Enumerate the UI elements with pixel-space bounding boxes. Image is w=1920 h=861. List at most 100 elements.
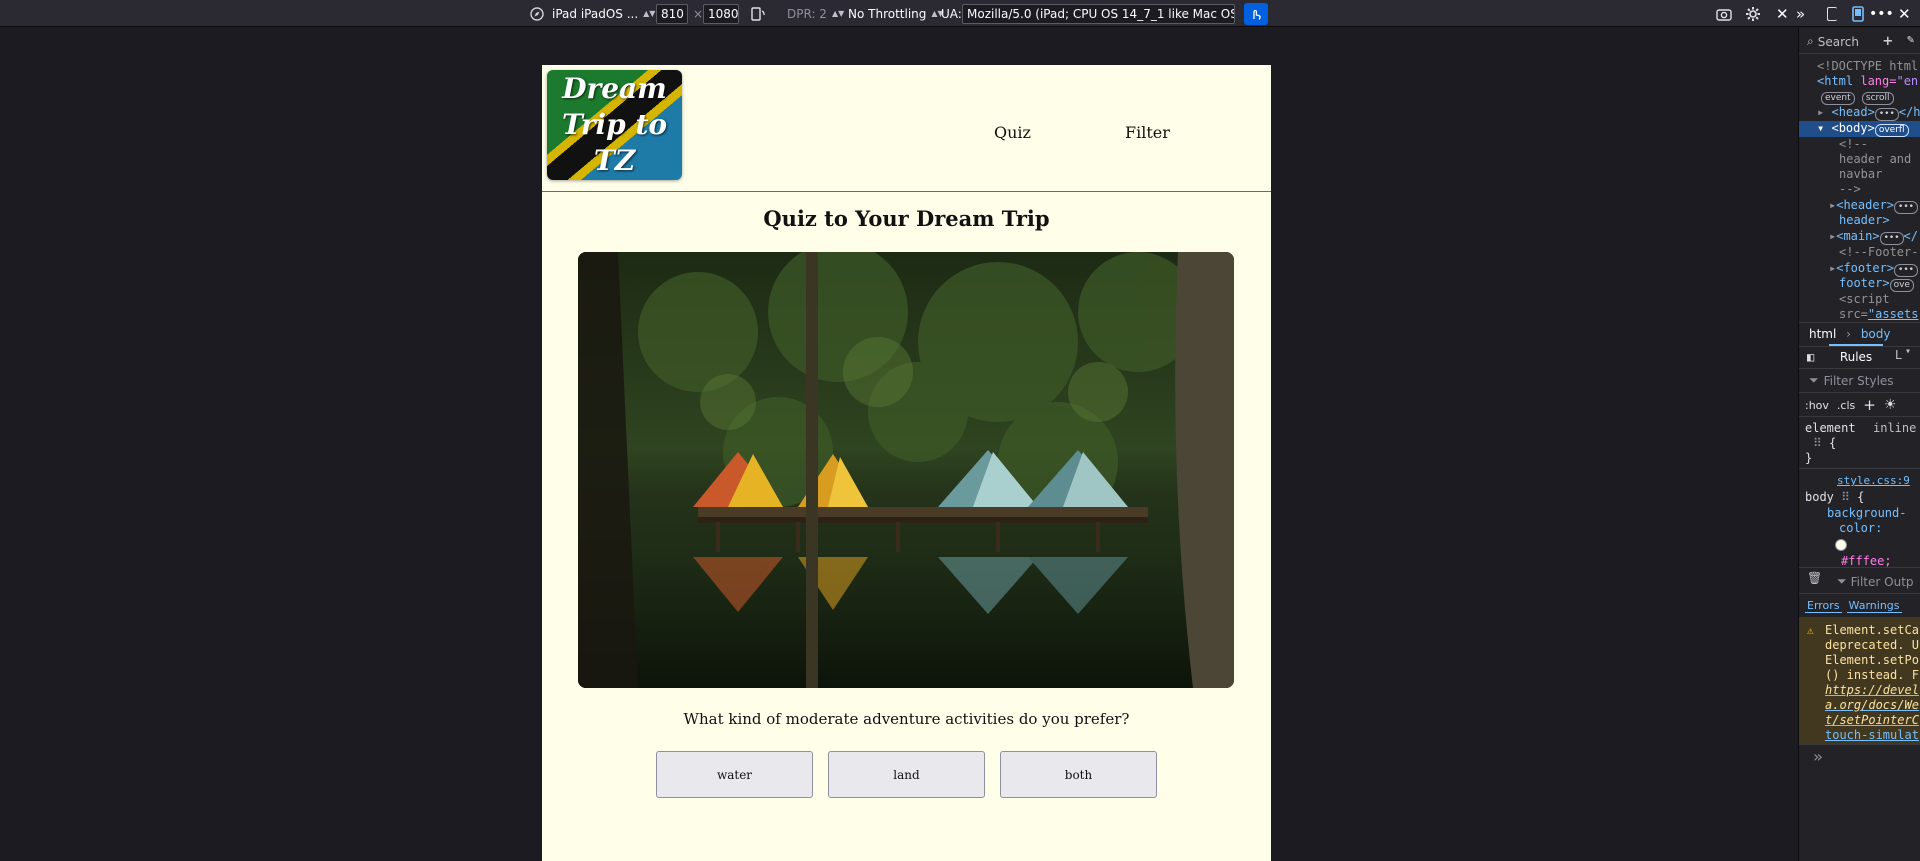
console-filter-input[interactable]: ⏷ Filter Outp bbox=[1837, 574, 1914, 589]
overflow-badge[interactable]: overfl bbox=[1874, 124, 1909, 137]
property-value[interactable]: #fffee; bbox=[1841, 554, 1892, 568]
filter-placeholder: Filter Outp bbox=[1850, 574, 1914, 589]
viewport-width-input[interactable]: 810 bbox=[656, 3, 688, 24]
clear-console-button[interactable]: 🗑 bbox=[1807, 571, 1822, 585]
markup-body-node[interactable]: ▾ <body> overfl bbox=[1817, 121, 1909, 137]
more-options-button[interactable]: ••• bbox=[1869, 0, 1894, 27]
expand-arrow-icon[interactable]: ▸ bbox=[1817, 105, 1824, 119]
console-source-link[interactable]: touch-simulat bbox=[1825, 728, 1919, 742]
markup-head-node[interactable]: ▸ <head>•••</he bbox=[1817, 105, 1920, 121]
touch-simulation-button[interactable] bbox=[1244, 0, 1268, 27]
comment-line: --> bbox=[1839, 182, 1861, 196]
nav-link-quiz[interactable]: Quiz bbox=[994, 123, 1031, 142]
body-rule-selector: body ⠿ { bbox=[1805, 490, 1864, 504]
tag-name: </he bbox=[1898, 105, 1920, 119]
scroll-badge[interactable]: scroll bbox=[1861, 92, 1894, 105]
ua-label: UA: bbox=[941, 6, 962, 21]
markup-footer-comment[interactable]: <!--Footer- bbox=[1839, 245, 1918, 259]
markup-header-node[interactable]: ▸<header> ••• bbox=[1829, 198, 1918, 214]
viewport-height-input[interactable]: 1080 bbox=[703, 3, 739, 24]
device-selector[interactable]: iPad iPadOS ... ▲▼ bbox=[530, 0, 655, 27]
page-title: Quiz to Your Dream Trip bbox=[763, 206, 1050, 231]
overflow-badge[interactable]: ove bbox=[1889, 279, 1914, 292]
filter-styles-input[interactable]: ⏷ Filter Styles bbox=[1809, 373, 1894, 388]
responsive-design-icon bbox=[1852, 5, 1864, 22]
throttling-selector[interactable]: No Throttling ▲▼ bbox=[848, 0, 944, 27]
answer-water-button[interactable]: water bbox=[656, 751, 813, 798]
ellipsis-badge[interactable]: ••• bbox=[1879, 232, 1904, 245]
add-rule-button[interactable]: + bbox=[1863, 396, 1876, 414]
markup-html-node[interactable]: <html lang="en bbox=[1817, 74, 1918, 88]
close-devtools-button[interactable]: ✕ bbox=[1898, 0, 1911, 27]
responsive-mode-button[interactable] bbox=[1851, 0, 1865, 27]
plus-icon: + bbox=[1883, 31, 1893, 50]
markup-doctype[interactable]: <!DOCTYPE html bbox=[1817, 59, 1918, 73]
chevron-right-icon: › bbox=[1846, 327, 1851, 341]
console-input-prompt[interactable]: » bbox=[1813, 747, 1823, 766]
hover-state-button[interactable]: :hov bbox=[1805, 399, 1829, 412]
ellipsis-badge[interactable]: ••• bbox=[1894, 201, 1918, 214]
tag-name: <footer> bbox=[1836, 261, 1895, 275]
nav-link-filter[interactable]: Filter bbox=[1125, 123, 1170, 142]
logo-line: TZ bbox=[593, 144, 636, 177]
rotate-button[interactable] bbox=[750, 0, 766, 27]
breadcrumb-body[interactable]: body bbox=[1861, 327, 1891, 341]
color-swatch[interactable] bbox=[1835, 539, 1847, 551]
pick-element-button[interactable]: ✎ bbox=[1907, 32, 1914, 46]
answer-both-button[interactable]: both bbox=[1000, 751, 1157, 798]
rule-source-link[interactable]: style.css:9 bbox=[1837, 474, 1910, 487]
tab-errors[interactable]: Errors bbox=[1805, 599, 1842, 613]
rule-property[interactable]: background- color: bbox=[1827, 506, 1906, 536]
dpr-selector[interactable]: DPR: 2 ▲▼ bbox=[787, 0, 844, 27]
overflow-button[interactable]: » bbox=[1796, 0, 1805, 27]
emulated-viewport: Dream Trip to TZ Quiz Filter Quiz to Your … bbox=[542, 65, 1271, 861]
tabs-dropdown-button[interactable]: ▾ bbox=[1905, 346, 1911, 357]
collapse-arrow-icon[interactable]: ▾ bbox=[1817, 121, 1824, 135]
light-theme-icon[interactable]: ☀ bbox=[1884, 397, 1897, 413]
settings-button[interactable] bbox=[1745, 0, 1761, 27]
add-node-button[interactable]: + bbox=[1883, 31, 1893, 50]
warning-icon: ⚠ bbox=[1807, 624, 1814, 637]
tab-layout[interactable]: L bbox=[1895, 348, 1902, 362]
breadcrumb: html › body bbox=[1809, 327, 1891, 341]
event-badge[interactable]: event bbox=[1821, 92, 1855, 105]
markup-script-node[interactable]: <script src="assets bbox=[1839, 292, 1918, 322]
tag-name: <html bbox=[1817, 74, 1861, 88]
dock-side-button[interactable] bbox=[1827, 0, 1837, 27]
breadcrumb-html[interactable]: html bbox=[1809, 327, 1836, 341]
console-docs-link[interactable]: https://devel a.org/docs/We t/setPointer… bbox=[1825, 683, 1919, 728]
attribute-value[interactable]: "assets bbox=[1868, 307, 1919, 321]
search-icon: ⌕ bbox=[1807, 34, 1814, 48]
markup-comment[interactable]: <!-- header and navbar --> bbox=[1839, 137, 1911, 197]
filter-icon: ⏷ bbox=[1809, 373, 1819, 387]
sidebar-icon: ◧ bbox=[1807, 350, 1815, 364]
inline-label: inline bbox=[1873, 421, 1917, 435]
chevron-down-icon: ▲▼ bbox=[831, 9, 845, 18]
touch-icon bbox=[1244, 2, 1268, 25]
double-chevron-right-icon: » bbox=[1796, 4, 1806, 23]
tag-name: <script bbox=[1839, 292, 1890, 306]
close-icon: ✕ bbox=[1776, 4, 1789, 23]
ellipsis-badge[interactable]: ••• bbox=[1874, 108, 1899, 121]
rule-selector: body bbox=[1805, 490, 1834, 504]
grid-icon: ⠿ bbox=[1813, 436, 1822, 450]
search-input[interactable]: Search bbox=[1818, 35, 1859, 49]
markup-main-node[interactable]: ▸<main> ••• </ bbox=[1829, 229, 1918, 245]
tab-warnings[interactable]: Warnings bbox=[1846, 599, 1902, 613]
markup-footer-node[interactable]: ▸<footer> ••• bbox=[1829, 261, 1918, 277]
user-agent-input[interactable]: Mozilla/5.0 (iPad; CPU OS 14_7_1 like Ma… bbox=[962, 3, 1235, 24]
console-link-line: a.org/docs/We bbox=[1825, 698, 1919, 712]
element-rule-selector: element bbox=[1805, 421, 1856, 435]
device-name: iPad iPadOS ... bbox=[552, 6, 639, 21]
close-rdm-button[interactable]: ✕ bbox=[1776, 0, 1789, 27]
sidebar-toggle-button[interactable]: ◧ bbox=[1807, 350, 1814, 364]
markup-search[interactable]: ⌕ Search bbox=[1807, 34, 1859, 49]
answer-land-button[interactable]: land bbox=[828, 751, 985, 798]
console-line: Element.setCa bbox=[1825, 623, 1919, 637]
site-logo[interactable]: Dream Trip to TZ bbox=[547, 70, 682, 180]
property-name: background- bbox=[1827, 506, 1907, 520]
tab-rules[interactable]: Rules bbox=[1829, 344, 1883, 364]
screenshot-button[interactable] bbox=[1716, 0, 1732, 27]
class-toggle-button[interactable]: .cls bbox=[1837, 399, 1855, 412]
gear-icon bbox=[1746, 6, 1760, 21]
